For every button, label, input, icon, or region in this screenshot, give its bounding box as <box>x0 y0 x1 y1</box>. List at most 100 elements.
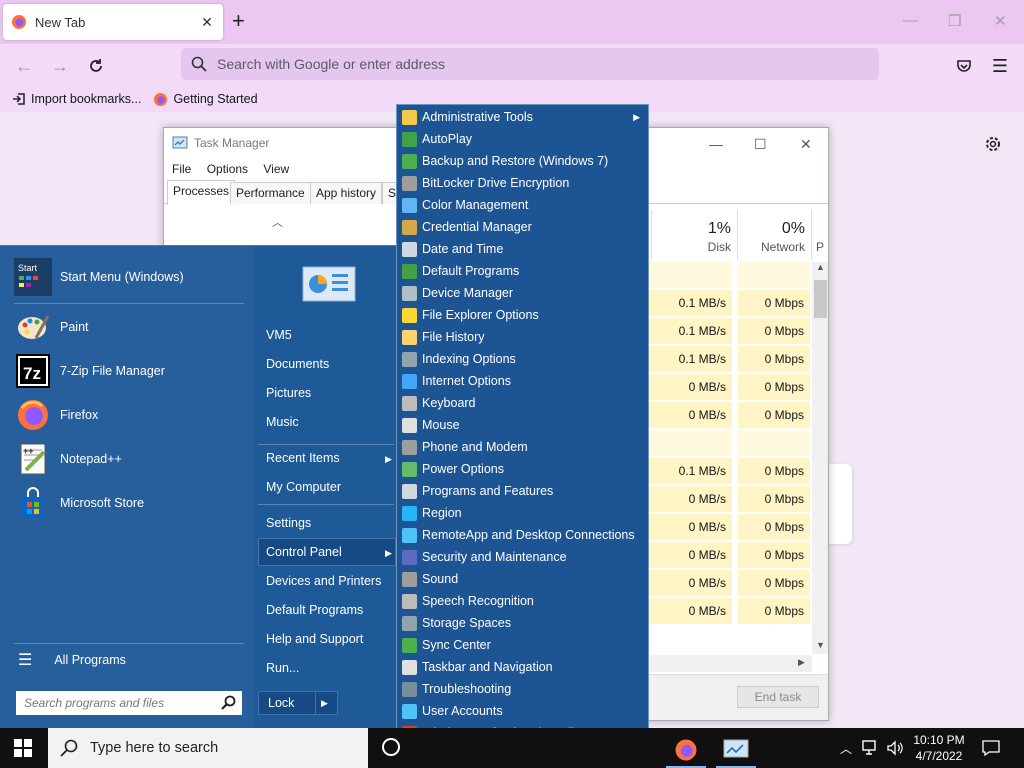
table-row[interactable]: B0 MB/s0 Mbps <box>640 598 810 624</box>
tab-new-tab[interactable]: New Tab ✕ <box>3 4 223 40</box>
start-right-run[interactable]: Run... <box>266 661 299 675</box>
restore-icon[interactable]: ❐ <box>948 12 961 30</box>
cortana-icon[interactable] <box>382 738 400 756</box>
menu-view[interactable]: View <box>263 162 289 176</box>
close-window-icon[interactable]: ✕ <box>800 136 812 153</box>
cp-item-internet-options[interactable]: Internet Options <box>397 370 648 392</box>
cp-item-user-accounts[interactable]: User Accounts <box>397 700 648 722</box>
cp-item-remoteapp-and-desktop-connections[interactable]: RemoteApp and Desktop Connections <box>397 524 648 546</box>
column-power-partial[interactable]: P <box>816 240 824 254</box>
cp-item-date-and-time[interactable]: Date and Time <box>397 238 648 260</box>
pinned-firefox[interactable]: Firefox <box>14 396 98 434</box>
clock[interactable]: 10:10 PM 4/7/2022 <box>910 732 968 764</box>
cp-item-speech-recognition[interactable]: Speech Recognition <box>397 590 648 612</box>
vertical-scrollbar[interactable]: ▲ ▼ <box>812 262 828 654</box>
lock-arrow-icon[interactable]: ▶ <box>321 698 328 709</box>
cp-item-programs-and-features[interactable]: Programs and Features <box>397 480 648 502</box>
pinned-notepad-plus[interactable]: ++ Notepad++ <box>14 440 122 478</box>
start-right-help-and-support[interactable]: Help and Support <box>266 632 363 646</box>
url-bar[interactable]: Search with Google or enter address <box>181 48 879 80</box>
start-right-vm5[interactable]: VM5 <box>266 328 292 342</box>
cp-item-device-manager[interactable]: Device Manager <box>397 282 648 304</box>
tab-performance[interactable]: Performance <box>230 182 311 204</box>
table-row[interactable]: B0 MB/s0 Mbps <box>640 402 810 428</box>
end-task-button[interactable]: End task <box>737 686 819 708</box>
table-row[interactable]: B0.1 MB/s0 Mbps <box>640 346 810 372</box>
cp-item-administrative-tools[interactable]: Administrative Tools ▶ <box>397 106 648 128</box>
cp-item-sync-center[interactable]: Sync Center <box>397 634 648 656</box>
bookmark-import[interactable]: Import bookmarks... <box>12 92 141 106</box>
new-tab-button[interactable]: + <box>232 10 245 32</box>
notification-icon[interactable] <box>982 740 1000 756</box>
cp-item-phone-and-modem[interactable]: Phone and Modem <box>397 436 648 458</box>
cp-item-backup-and-restore-windows-7[interactable]: Backup and Restore (Windows 7) <box>397 150 648 172</box>
cp-item-autoplay[interactable]: AutoPlay <box>397 128 648 150</box>
table-row[interactable]: B0 MB/s0 Mbps <box>640 486 810 512</box>
cp-item-file-explorer-options[interactable]: File Explorer Options <box>397 304 648 326</box>
scroll-down-icon[interactable]: ▼ <box>816 640 825 650</box>
top-site-card[interactable] <box>828 464 852 544</box>
table-row[interactable] <box>640 430 810 456</box>
all-programs-button[interactable]: ☰ All Programs <box>18 650 126 670</box>
cp-item-security-and-maintenance[interactable]: Security and Maintenance <box>397 546 648 568</box>
close-window-icon[interactable]: ✕ <box>994 12 1007 30</box>
hamburger-menu-icon[interactable]: ☰ <box>988 54 1012 78</box>
start-search-input[interactable]: Search programs and files <box>16 691 242 715</box>
pinned-microsoft-store[interactable]: Microsoft Store <box>14 484 144 522</box>
start-right-recent-items[interactable]: Recent Items <box>266 451 340 465</box>
cp-item-sound[interactable]: Sound <box>397 568 648 590</box>
gear-icon[interactable] <box>983 134 1003 154</box>
pinned-paint[interactable]: Paint <box>14 308 89 346</box>
cp-item-troubleshooting[interactable]: Troubleshooting <box>397 678 648 700</box>
sort-up-icon[interactable]: ︿ <box>272 214 283 230</box>
cp-item-taskbar-and-navigation[interactable]: Taskbar and Navigation <box>397 656 648 678</box>
volume-icon[interactable] <box>886 740 904 756</box>
back-icon[interactable]: ← <box>12 54 36 78</box>
cp-item-storage-spaces[interactable]: Storage Spaces <box>397 612 648 634</box>
pinned-start-menu[interactable]: Start Start Menu (Windows) <box>14 258 184 296</box>
start-right-default-programs[interactable]: Default Programs <box>266 603 363 617</box>
scroll-up-icon[interactable]: ▲ <box>816 262 825 272</box>
table-row[interactable]: B0 MB/s0 Mbps <box>640 542 810 568</box>
minimize-icon[interactable]: — <box>709 136 723 152</box>
table-row[interactable]: B0 MB/s0 Mbps <box>640 514 810 540</box>
network-icon[interactable] <box>862 740 880 756</box>
taskbar-firefox[interactable] <box>666 734 706 768</box>
taskbar-task-manager[interactable] <box>716 734 756 768</box>
bookmark-getting-started[interactable]: Getting Started <box>153 92 258 107</box>
horizontal-scrollbar[interactable]: ▶ <box>650 655 812 672</box>
cp-item-default-programs[interactable]: Default Programs <box>397 260 648 282</box>
cp-item-indexing-options[interactable]: Indexing Options <box>397 348 648 370</box>
start-right-music[interactable]: Music <box>266 415 299 429</box>
windows-start-icon[interactable] <box>14 739 32 757</box>
start-right-devices-and-printers[interactable]: Devices and Printers <box>266 574 381 588</box>
scroll-thumb[interactable] <box>814 280 827 318</box>
lock-button[interactable]: Lock ▶ <box>258 691 338 715</box>
forward-icon[interactable]: → <box>48 54 72 78</box>
table-row[interactable]: B0 MB/s0 Mbps <box>640 374 810 400</box>
maximize-icon[interactable]: ☐ <box>754 136 767 153</box>
scroll-right-icon[interactable]: ▶ <box>798 657 805 668</box>
pinned-7zip[interactable]: 7z 7-Zip File Manager <box>14 352 165 390</box>
table-row[interactable] <box>640 262 810 288</box>
tab-close-icon[interactable]: ✕ <box>199 14 215 31</box>
cp-item-keyboard[interactable]: Keyboard <box>397 392 648 414</box>
start-right-control-panel[interactable]: Control Panel <box>266 545 342 559</box>
table-row[interactable]: B0.1 MB/s0 Mbps <box>640 290 810 316</box>
table-row[interactable]: B0.1 MB/s0 Mbps <box>640 318 810 344</box>
tab-processes[interactable]: Processes <box>167 180 236 205</box>
menu-options[interactable]: Options <box>207 162 248 176</box>
cp-item-credential-manager[interactable]: Credential Manager <box>397 216 648 238</box>
cp-item-region[interactable]: Region <box>397 502 648 524</box>
cp-item-color-management[interactable]: Color Management <box>397 194 648 216</box>
cp-item-power-options[interactable]: Power Options <box>397 458 648 480</box>
start-right-my-computer[interactable]: My Computer <box>266 480 341 494</box>
taskbar-search-box[interactable]: Type here to search <box>48 728 368 768</box>
show-hidden-icons[interactable]: ︿ <box>840 740 852 757</box>
column-network[interactable]: 0% Network <box>738 210 812 260</box>
reload-icon[interactable] <box>84 54 108 78</box>
table-row[interactable]: B0.1 MB/s0 Mbps <box>640 458 810 484</box>
start-right-settings[interactable]: Settings <box>266 516 311 530</box>
column-disk[interactable]: 1% Disk <box>664 210 738 260</box>
cp-item-mouse[interactable]: Mouse <box>397 414 648 436</box>
